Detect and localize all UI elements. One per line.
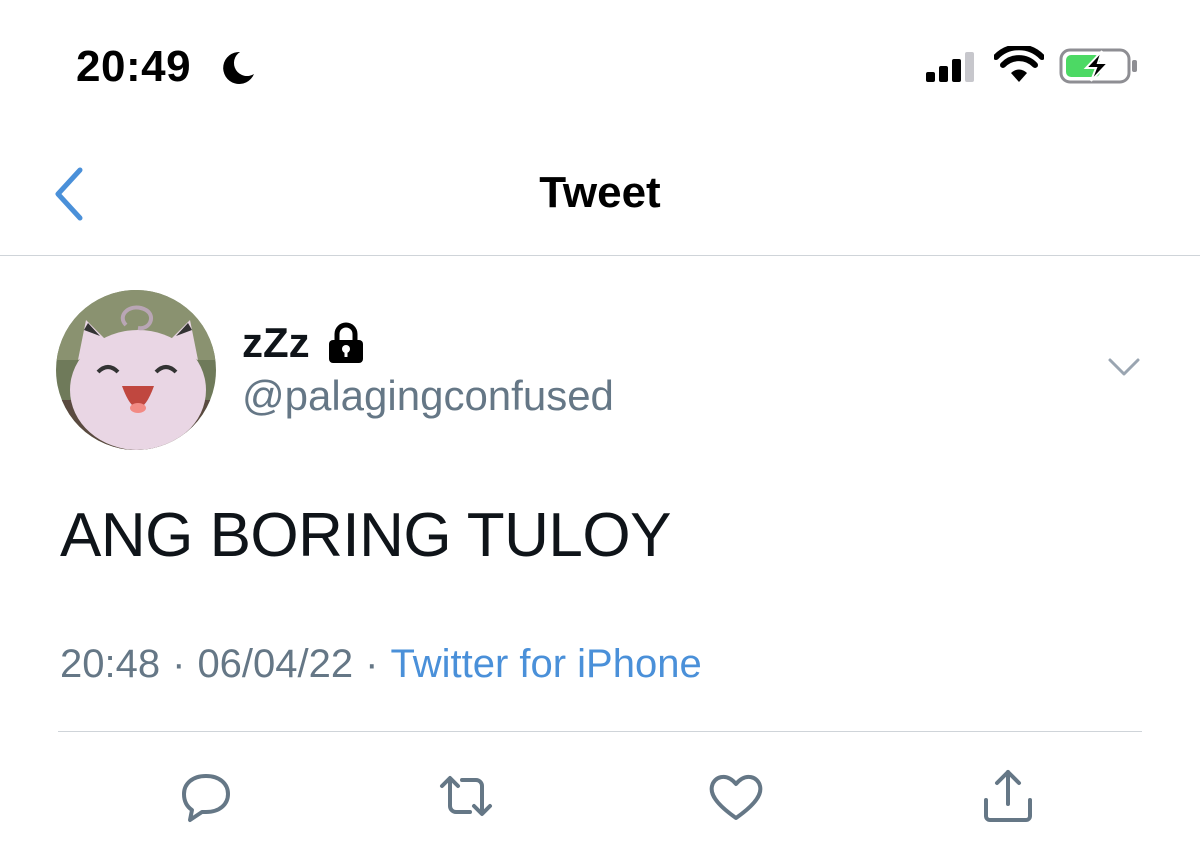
status-bar: 20:49 xyxy=(0,0,1200,130)
share-icon xyxy=(984,770,1032,822)
tweet-time: 20:48 xyxy=(60,642,161,686)
share-button[interactable] xyxy=(978,766,1038,826)
heart-icon xyxy=(709,774,763,820)
divider xyxy=(58,731,1142,732)
tweet-source-link[interactable]: Twitter for iPhone xyxy=(390,642,701,686)
like-button[interactable] xyxy=(706,766,766,826)
avatar[interactable] xyxy=(56,290,216,450)
tweet-date: 06/04/22 xyxy=(197,642,354,686)
status-time: 20:49 xyxy=(76,42,192,91)
reply-icon xyxy=(182,774,230,822)
user-handle[interactable]: @palagingconfused xyxy=(242,372,614,420)
battery-charging-icon xyxy=(1059,48,1137,84)
tweet-meta: 20:48 · 06/04/22 · Twitter for iPhone xyxy=(60,642,702,687)
lock-icon xyxy=(328,322,363,363)
nav-bar: Tweet xyxy=(0,130,1200,256)
moon-icon xyxy=(223,51,254,84)
more-options-button[interactable] xyxy=(1104,352,1144,382)
avatar-image xyxy=(56,290,216,450)
retweet-icon xyxy=(440,776,492,816)
page-title: Tweet xyxy=(539,168,661,217)
cellular-signal-icon xyxy=(926,52,974,82)
meta-separator: · xyxy=(365,642,379,686)
retweet-button[interactable] xyxy=(436,766,496,826)
tweet-text: ANG BORING TULOY xyxy=(60,501,671,570)
wifi-icon xyxy=(994,46,1044,82)
meta-separator: · xyxy=(172,642,186,686)
chevron-down-icon xyxy=(1108,358,1140,376)
display-name-row: zZz xyxy=(242,318,368,368)
reply-button[interactable] xyxy=(176,766,236,826)
display-name[interactable]: zZz xyxy=(242,319,310,367)
